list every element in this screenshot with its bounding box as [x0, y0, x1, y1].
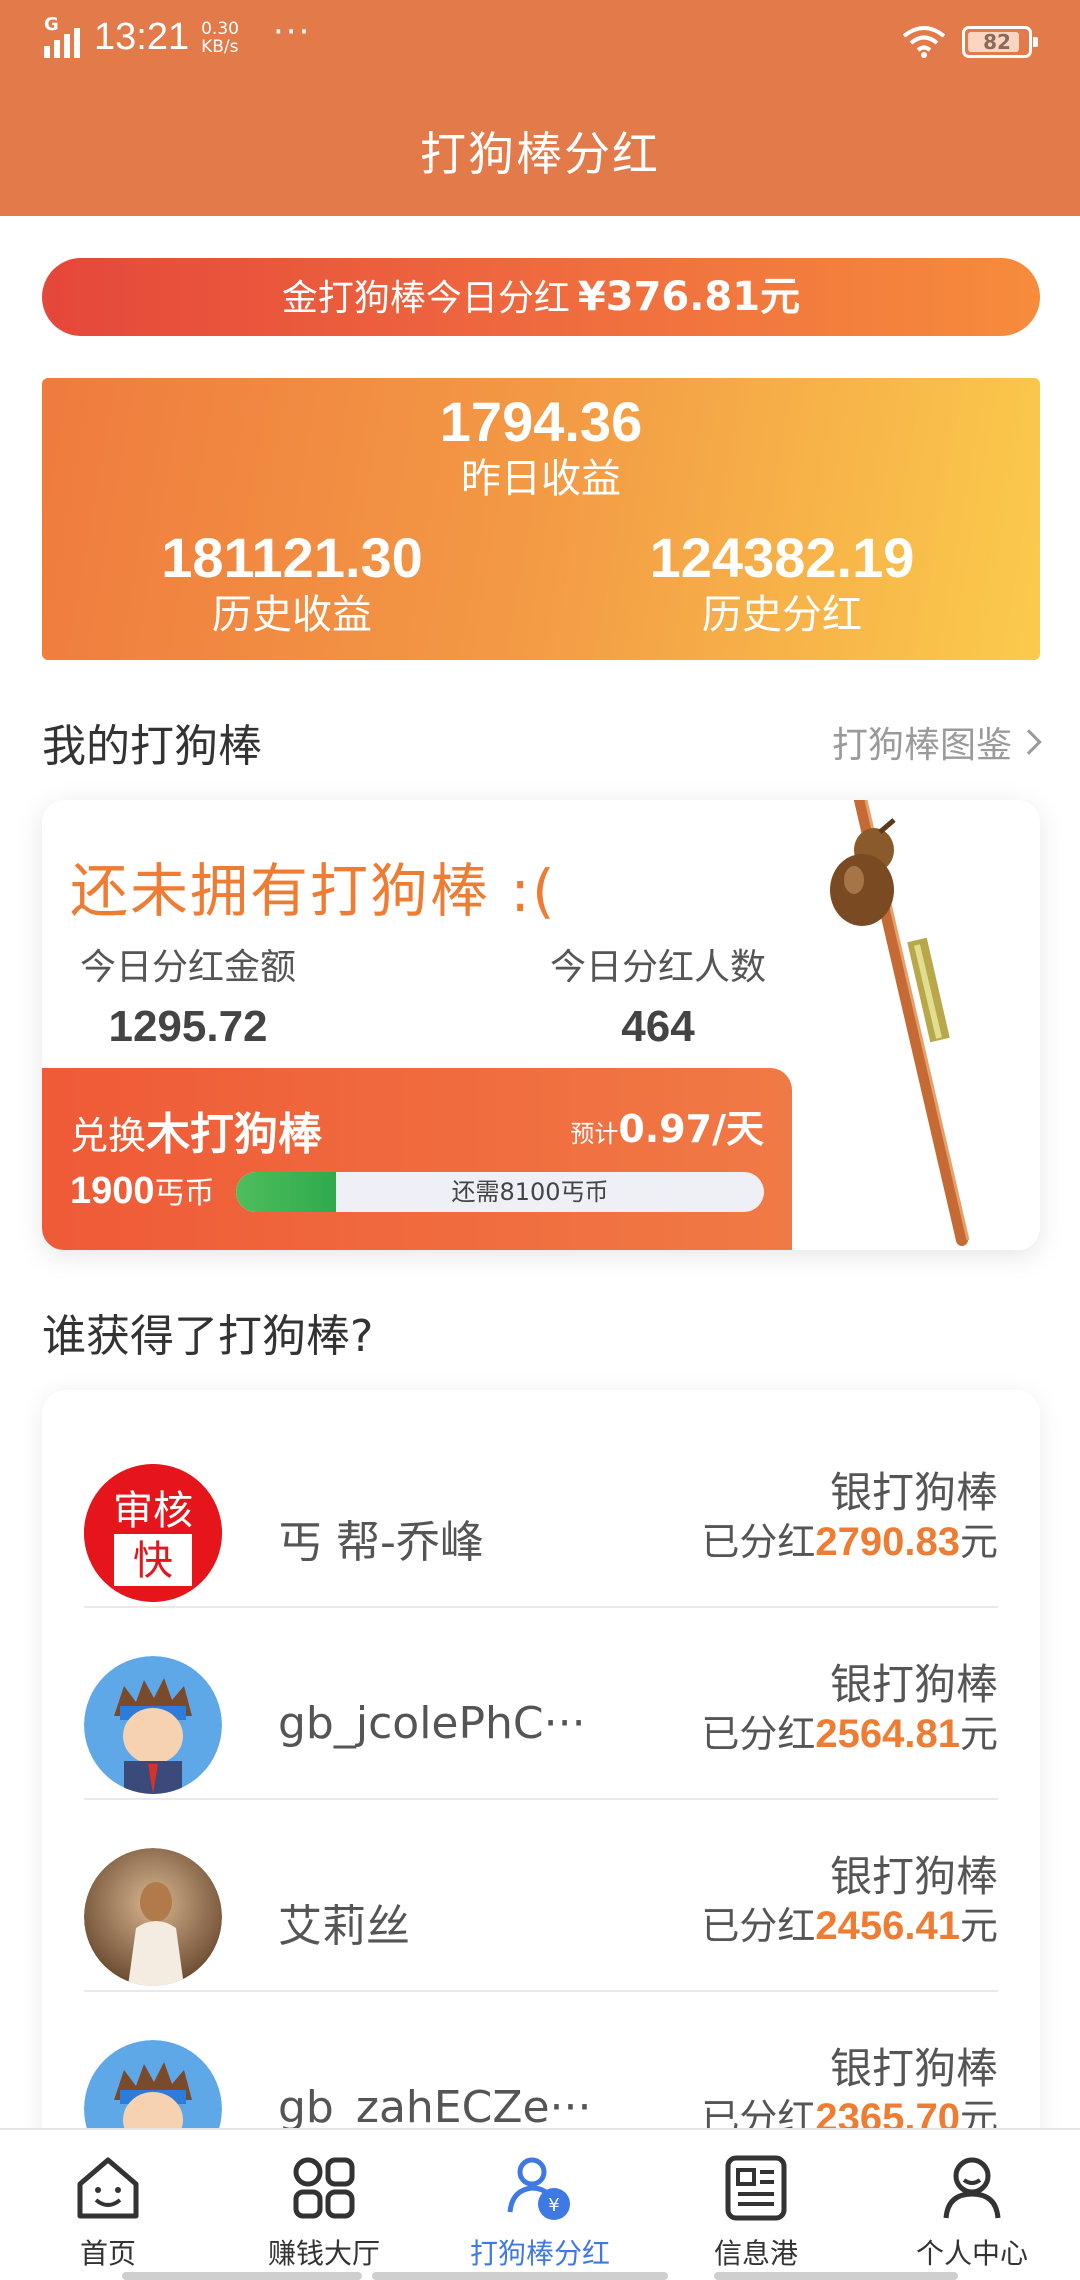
stick-rank: 银打狗棒	[829, 1852, 998, 1901]
avatar	[84, 1848, 222, 1986]
wifi-icon	[902, 26, 946, 58]
no-stick-message: 还未拥有打狗棒 :(	[70, 857, 557, 925]
bottom-tab-bar: 首页 赚钱大厅 ¥ 打狗棒分红 信息港 个人中心	[0, 2128, 1080, 2280]
user-icon	[943, 2157, 1001, 2219]
exchange-price: 1900丐币	[70, 1170, 215, 1212]
exchange-title: 兑换木打狗棒	[70, 1109, 323, 1160]
earnings-summary-card: 1794.36 昨日收益 181121.30 历史收益 124382.19 历史…	[42, 378, 1040, 660]
tab-profile[interactable]: 个人中心	[864, 2150, 1080, 2272]
exchange-wood-stick-panel[interactable]: 兑换木打狗棒 预计0.97/天 1900丐币 还需8100丐币	[42, 1068, 792, 1250]
news-icon	[725, 2155, 787, 2221]
history-dividends: 124382.19 历史分红	[649, 526, 915, 638]
network-speed: 0.30 KB/s	[201, 18, 239, 57]
grid-icon	[293, 2157, 355, 2219]
winner-name: 艾莉丝	[278, 1901, 410, 1952]
winners-title: 谁获得了打狗棒?	[42, 1311, 374, 1362]
tab-info-port[interactable]: 信息港	[648, 2150, 864, 2272]
clock: 13:21	[94, 16, 190, 58]
svg-text:¥: ¥	[548, 2195, 559, 2216]
winner-name: gb_zahECZe···	[278, 2082, 592, 2133]
gesture-indicator	[714, 2272, 958, 2280]
list-item[interactable]: 艾莉丝 银打狗棒 已分红2456.41元	[84, 1800, 998, 1992]
dividend-total: 已分红2456.41元	[701, 1904, 998, 1948]
dividend-total: 已分红2564.81元	[701, 1712, 998, 1756]
dog-stick-illustration	[830, 800, 970, 1246]
history-earnings: 181121.30 历史收益	[161, 526, 423, 638]
gesture-indicator	[372, 2272, 668, 2280]
chevron-right-icon	[1016, 729, 1042, 755]
gold-dividend-amount: ¥376.81元	[577, 274, 801, 320]
dividend-total: 已分红2790.83元	[701, 1520, 998, 1564]
home-icon	[77, 2157, 139, 2219]
avatar	[84, 1656, 222, 1794]
coin-progress-bar: 还需8100丐币	[236, 1172, 764, 1212]
app-header: G 13:21 0.30 KB/s ··· 82 打狗棒分红	[0, 0, 1080, 216]
avatar: 审核 快	[84, 1464, 222, 1602]
my-sticks-title: 我的打狗棒	[42, 721, 262, 772]
stick-rank: 银打狗棒	[829, 2044, 998, 2093]
svg-text:审核: 审核	[113, 1488, 193, 1534]
status-bar: G 13:21 0.30 KB/s ··· 82	[0, 0, 1080, 90]
gesture-indicator	[122, 2272, 362, 2280]
more-notifications-icon: ···	[272, 11, 312, 52]
today-dividend-amount: 今日分红金额 1295.72	[79, 947, 296, 1051]
stick-guide-link[interactable]: 打狗棒图鉴	[832, 716, 1042, 768]
tab-earn-hall[interactable]: 赚钱大厅	[216, 2150, 432, 2272]
list-item[interactable]: 审核 快 丐 帮-乔峰 银打狗棒 已分红2790.83元	[84, 1416, 998, 1608]
signal-icon: G	[44, 14, 80, 58]
winner-name: 丐 帮-乔峰	[278, 1517, 484, 1568]
battery-icon: 82	[962, 26, 1038, 58]
today-dividend-people: 今日分红人数 464	[549, 947, 766, 1051]
tab-home[interactable]: 首页	[0, 2150, 216, 2272]
list-item[interactable]: gb_jcolePhC··· 银打狗棒 已分红2564.81元	[84, 1608, 998, 1800]
svg-text:快: 快	[133, 1538, 173, 1584]
page-title: 打狗棒分红	[420, 127, 660, 181]
gold-stick-dividend-banner[interactable]: 金打狗棒今日分红 ¥376.81元	[42, 258, 1040, 336]
my-sticks-card: 还未拥有打狗棒 :( 今日分红金额 1295.72 今日分红人数 464 兑换木…	[42, 800, 1040, 1250]
stick-rank: 银打狗棒	[829, 1660, 998, 1709]
stick-rank: 银打狗棒	[829, 1468, 998, 1517]
dividend-icon: ¥	[507, 2157, 570, 2220]
estimated-daily: 预计0.97/天	[570, 1107, 764, 1151]
tab-dividend[interactable]: ¥ 打狗棒分红	[432, 2150, 648, 2272]
remaining-coins: 还需8100丐币	[451, 1178, 609, 1206]
yesterday-earnings: 1794.36 昨日收益	[439, 390, 643, 502]
winner-name: gb_jcolePhC···	[278, 1698, 586, 1749]
